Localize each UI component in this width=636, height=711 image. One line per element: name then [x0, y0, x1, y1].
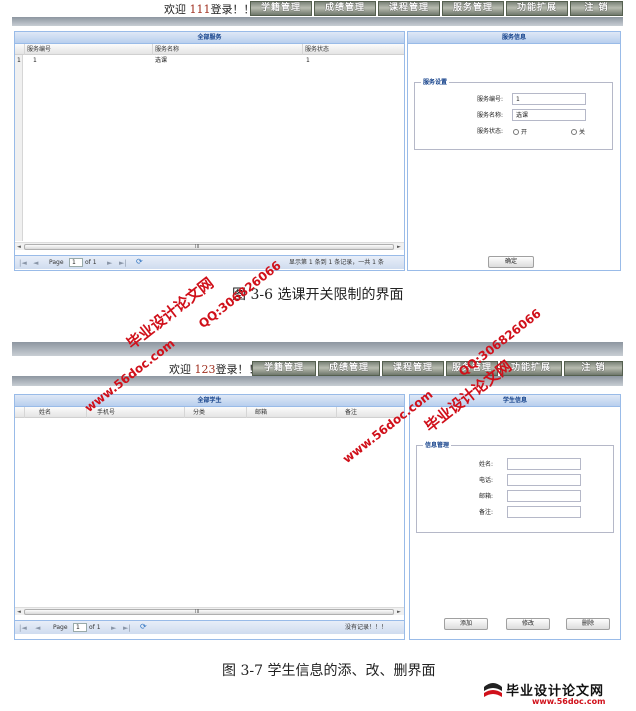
column-header-phone[interactable]: 手机号: [87, 407, 185, 418]
top-nav-tab-courses[interactable]: 课程管理: [378, 1, 440, 16]
column-header-category[interactable]: 分类: [185, 407, 247, 418]
info-management-fieldset: 信息管理 姓名: 电话: 邮箱: 备注:: [416, 441, 614, 533]
top-nav-tab-student-records[interactable]: 学籍管理: [250, 1, 312, 16]
top-service-info-title: 服务信息: [408, 32, 620, 44]
column-header-name[interactable]: 姓名: [25, 407, 87, 418]
bottom-students-panel-title: 全部学生: [15, 395, 404, 407]
column-header-service-name[interactable]: 服务名称: [153, 44, 303, 55]
pager-summary: 没有记录！！！: [345, 624, 388, 631]
bottom-student-info-panel: 学生信息 信息管理 姓名: 电话: 邮箱: 备注: 添加 修改 删除: [409, 394, 621, 640]
bottom-header-strip: [12, 376, 623, 386]
edit-button[interactable]: 修改: [506, 618, 550, 630]
service-id-label: 服务编号:: [476, 96, 503, 103]
top-nav-tab-services[interactable]: 服务管理: [442, 1, 504, 16]
top-header-strip: [12, 17, 623, 26]
prev-page-icon[interactable]: ◄: [35, 623, 40, 633]
table-row[interactable]: 1 1 选课 1: [15, 56, 404, 66]
column-header-email[interactable]: 邮箱: [247, 407, 337, 418]
top-services-panel: 全部服务 服务编号 服务名称 服务状态 1 1 选课 1 ◄ III ► |◄ …: [14, 31, 405, 271]
bottom-grid-pager: |◄ ◄ Page 1 of 1 ► ►| ⟳ 没有记录！！！: [15, 620, 404, 634]
first-page-icon[interactable]: |◄: [19, 623, 27, 633]
top-nav-tab-grades[interactable]: 成绩管理: [314, 1, 376, 16]
info-management-legend: 信息管理: [423, 441, 452, 450]
top-nav-tab-extensions[interactable]: 功能扩展: [506, 1, 568, 16]
bottom-nav-tab-courses[interactable]: 课程管理: [382, 361, 444, 376]
add-button[interactable]: 添加: [444, 618, 488, 630]
bottom-header-strip-top: [12, 342, 623, 356]
top-grid-pager: |◄ ◄ Page 1 of 1 ► ►| ⟳ 显示第 1 条到 1 条记录，一…: [15, 255, 404, 269]
top-screenshot: 欢迎 111登录！！ 学籍管理 成绩管理 课程管理 服务管理 功能扩展 注 销 …: [12, 0, 623, 275]
prev-page-icon[interactable]: ◄: [33, 258, 38, 268]
last-page-icon[interactable]: ►|: [123, 623, 131, 633]
refresh-icon[interactable]: ⟳: [136, 257, 143, 267]
service-id-input[interactable]: 1: [512, 93, 586, 105]
service-settings-legend: 服务设置: [421, 78, 450, 87]
email-input[interactable]: [507, 490, 581, 502]
pager-page-label: Page: [49, 259, 64, 266]
bottom-students-grid-header: 姓名 手机号 分类 邮箱 备注: [15, 407, 404, 418]
scrollbar-thumb[interactable]: [24, 609, 394, 615]
bottom-grid-horizontal-scrollbar[interactable]: ◄ III ►: [15, 607, 404, 615]
bottom-nav-tab-grades[interactable]: 成绩管理: [318, 361, 380, 376]
logo-emblem-icon: [484, 683, 502, 697]
note-input[interactable]: [507, 506, 581, 518]
top-service-info-panel: 服务信息 服务设置 服务编号: 1 服务名称: 选课 服务状态: 开 关 确定: [407, 31, 621, 271]
site-logo: 毕业设计论文网 www.56doc.com: [482, 680, 632, 708]
pager-of-label: of 1: [85, 259, 97, 266]
pager-page-input[interactable]: 1: [73, 623, 87, 632]
service-settings-fieldset: 服务设置 服务编号: 1 服务名称: 选课 服务状态: 开 关: [414, 78, 613, 150]
email-label: 邮箱:: [478, 493, 493, 500]
status-off-radio[interactable]: 关: [571, 128, 585, 137]
next-page-icon[interactable]: ►: [111, 623, 116, 633]
phone-label: 电话:: [478, 477, 493, 484]
refresh-icon[interactable]: ⟳: [140, 622, 147, 632]
note-label: 备注:: [478, 509, 493, 516]
status-on-radio[interactable]: 开: [513, 128, 527, 137]
pager-of-label: of 1: [89, 624, 101, 631]
first-page-icon[interactable]: |◄: [19, 258, 27, 268]
figure-caption-3-7: 图 3-7 学生信息的添、改、删界面: [222, 663, 436, 679]
name-label: 姓名:: [478, 461, 493, 468]
top-grid-horizontal-scrollbar[interactable]: ◄ III ►: [15, 242, 404, 250]
row-number-column: [15, 55, 23, 241]
service-name-input[interactable]: 选课: [512, 109, 586, 121]
top-services-grid-header: 服务编号 服务名称 服务状态: [15, 44, 404, 55]
bottom-nav-tab-student-records[interactable]: 学籍管理: [252, 361, 316, 376]
pager-page-input[interactable]: 1: [69, 258, 83, 267]
confirm-button[interactable]: 确定: [488, 256, 534, 268]
top-services-panel-title: 全部服务: [15, 32, 404, 44]
service-status-label: 服务状态:: [476, 128, 503, 135]
service-name-label: 服务名称:: [476, 112, 503, 119]
last-page-icon[interactable]: ►|: [119, 258, 127, 268]
column-header-service-id[interactable]: 服务编号: [25, 44, 153, 55]
bottom-nav-tab-logout[interactable]: 注 销: [564, 361, 623, 376]
delete-button[interactable]: 删除: [566, 618, 610, 630]
scrollbar-thumb[interactable]: [24, 244, 394, 250]
logo-url: www.56doc.com: [532, 697, 606, 706]
bottom-welcome-text: 欢迎 123登录！！: [169, 363, 260, 376]
column-header-service-status[interactable]: 服务状态: [303, 44, 404, 55]
phone-input[interactable]: [507, 474, 581, 486]
bottom-students-panel: 全部学生 姓名 手机号 分类 邮箱 备注 ◄ III ► |◄ ◄ Page 1…: [14, 394, 405, 640]
top-nav-tab-logout[interactable]: 注 销: [570, 1, 623, 16]
top-welcome-text: 欢迎 111登录！！: [164, 3, 255, 16]
pager-summary: 显示第 1 条到 1 条记录，一共 1 条: [289, 259, 384, 266]
next-page-icon[interactable]: ►: [107, 258, 112, 268]
pager-page-label: Page: [53, 624, 68, 631]
name-input[interactable]: [507, 458, 581, 470]
